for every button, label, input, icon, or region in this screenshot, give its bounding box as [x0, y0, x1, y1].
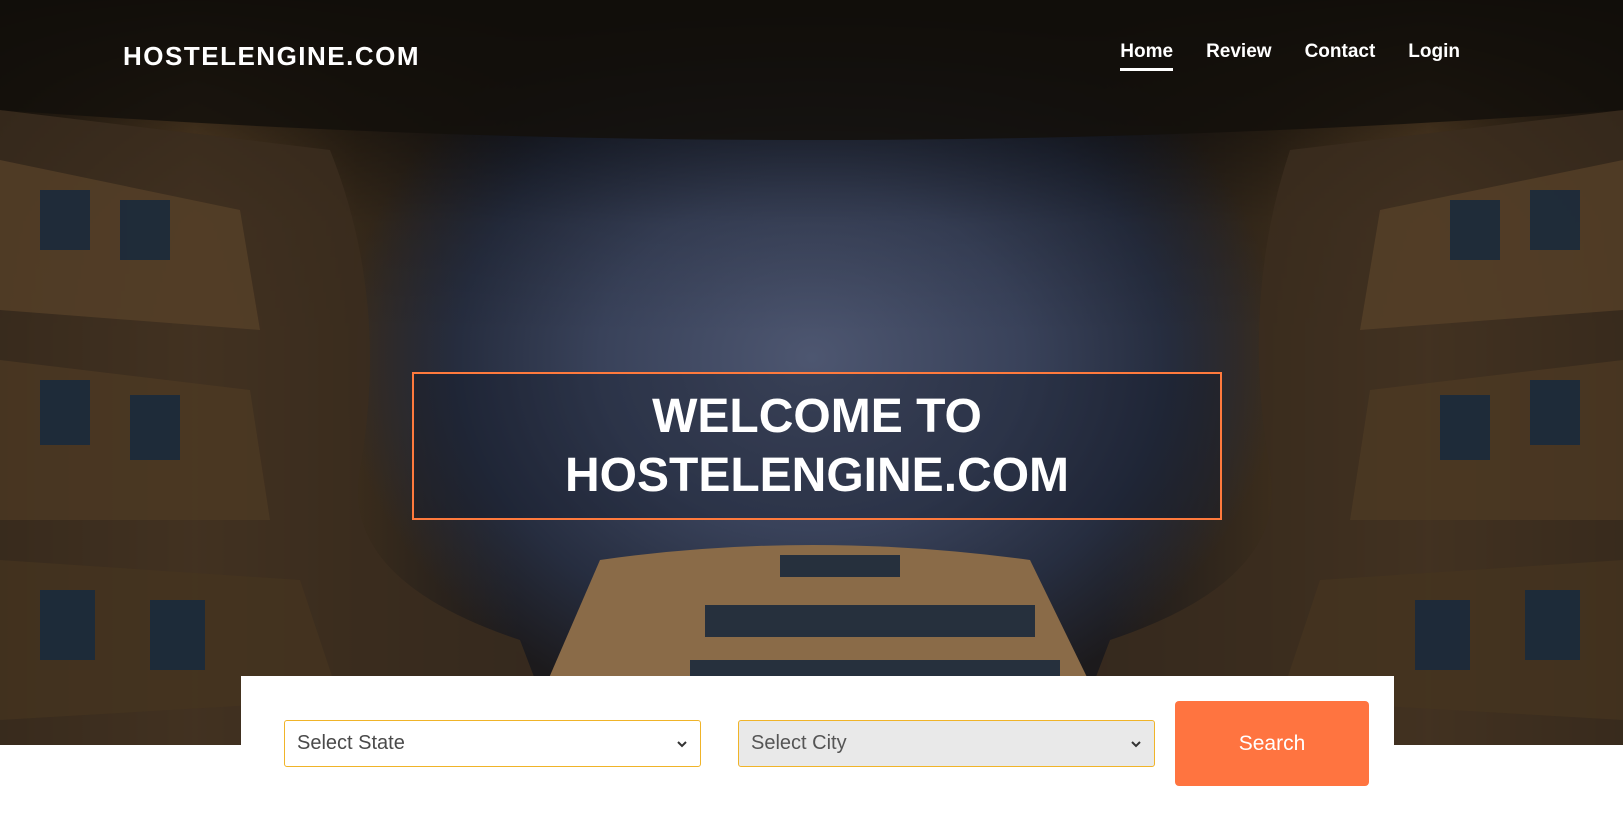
- nav-login[interactable]: Login: [1408, 41, 1460, 71]
- nav-review[interactable]: Review: [1206, 41, 1271, 71]
- city-select-value: Select City: [751, 732, 847, 754]
- state-select[interactable]: Select State: [284, 720, 701, 767]
- chevron-down-icon: [677, 740, 687, 747]
- main-nav: Home Review Contact Login: [1120, 41, 1460, 71]
- state-select-value: Select State: [297, 732, 405, 754]
- search-button[interactable]: Search: [1175, 701, 1369, 786]
- nav-home[interactable]: Home: [1120, 41, 1174, 71]
- navbar: HOSTELENGINE.COM Home Review Contact Log…: [0, 0, 1623, 112]
- city-select[interactable]: Select City: [738, 720, 1155, 767]
- chevron-down-icon: [1131, 740, 1141, 747]
- brand-logo[interactable]: HOSTELENGINE.COM: [123, 41, 420, 72]
- search-panel: Select State Select City Search: [241, 676, 1394, 813]
- nav-contact[interactable]: Contact: [1305, 41, 1376, 71]
- welcome-title-line-1: WELCOME TO: [652, 390, 982, 443]
- hero-banner: HOSTELENGINE.COM Home Review Contact Log…: [0, 0, 1623, 745]
- welcome-title-line-2: HOSTELENGINE.COM: [564, 449, 1070, 502]
- welcome-box: WELCOME TO HOSTELENGINE.COM: [412, 372, 1222, 520]
